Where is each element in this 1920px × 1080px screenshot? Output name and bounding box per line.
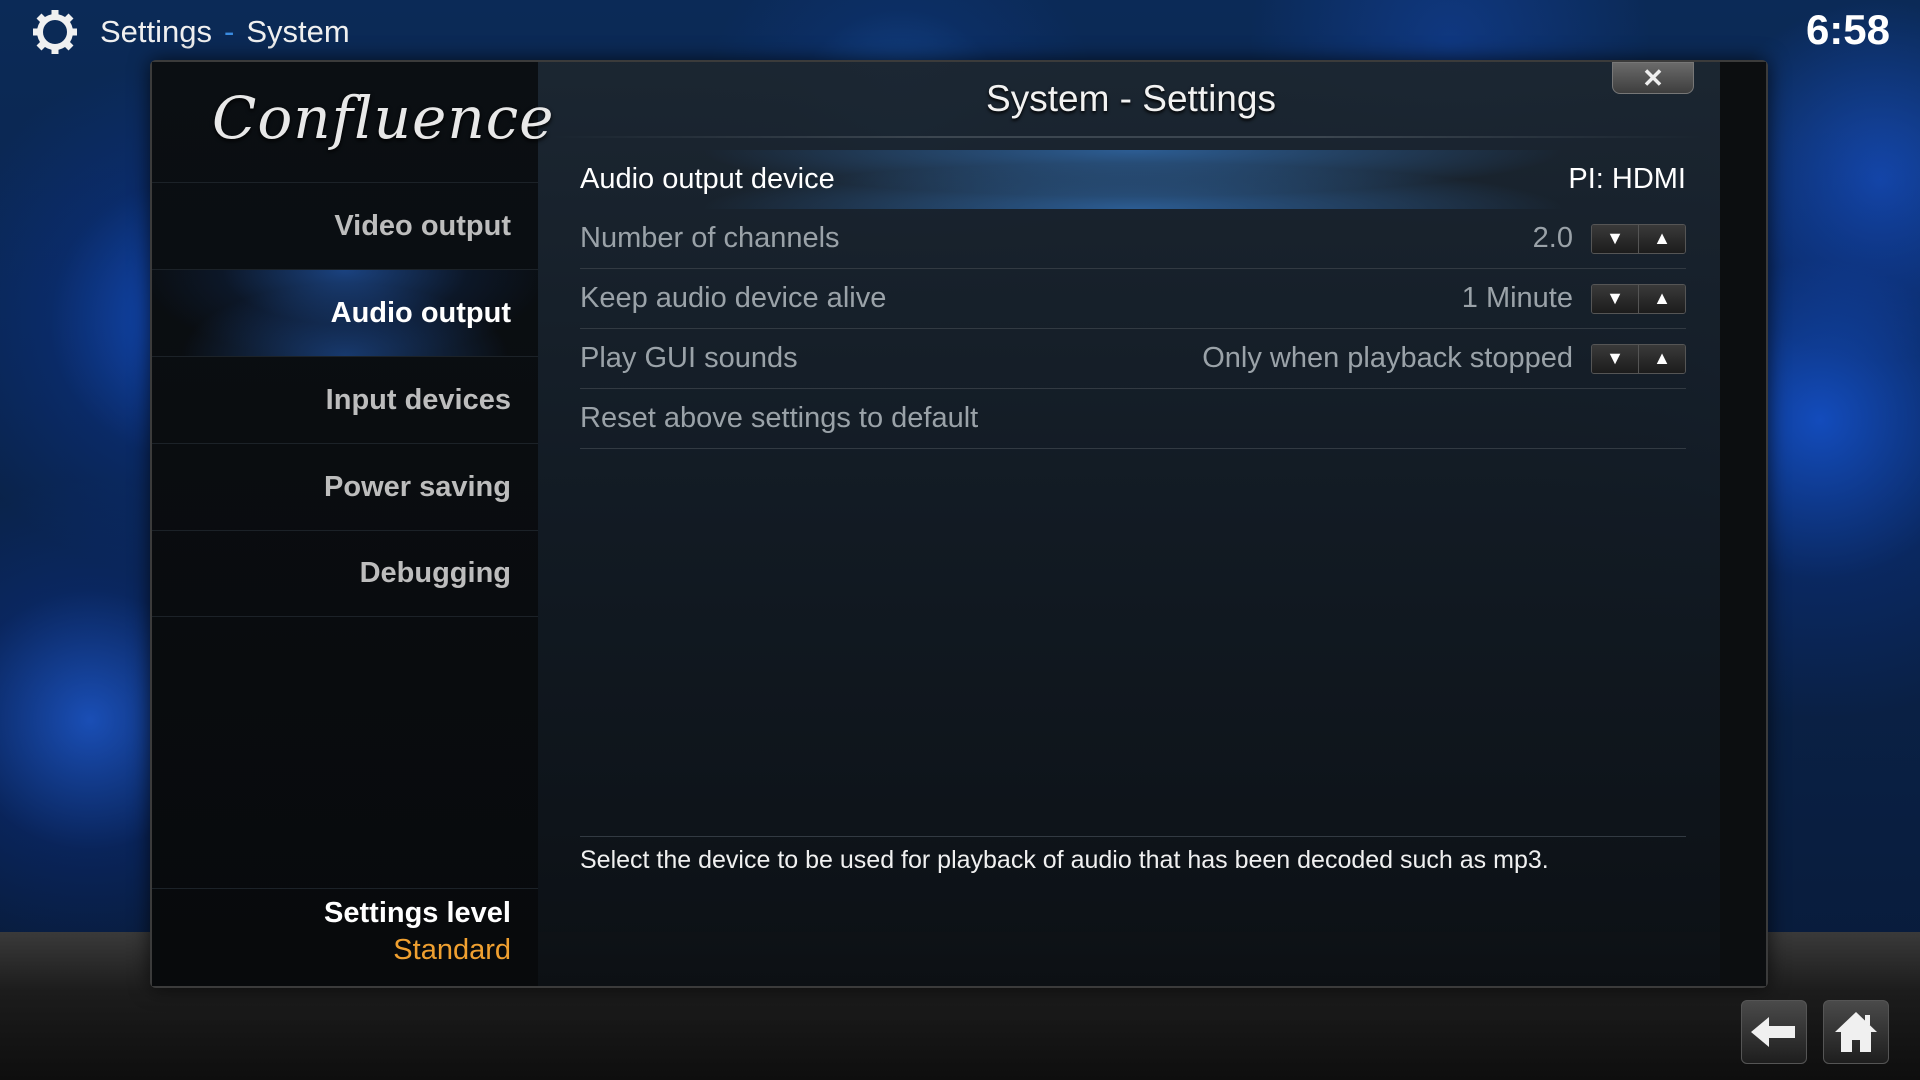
setting-label: Reset above settings to default [580, 402, 979, 434]
spin-down-icon[interactable]: ▼ [1592, 224, 1639, 253]
gear-icon [33, 10, 77, 54]
spin-control: ▼ ▲ [1591, 343, 1686, 374]
settings-level-value: Standard [393, 934, 511, 966]
breadcrumb: Settings - System [30, 10, 350, 54]
sidebar: Confluence Video output Audio output Inp… [152, 62, 554, 986]
close-button[interactable]: ✕ [1612, 62, 1694, 94]
title-divider [552, 136, 1702, 138]
breadcrumb-separator: - [224, 14, 235, 49]
settings-level-label: Settings level [324, 897, 511, 929]
setting-row-audio-output-device[interactable]: Audio output device PI: HDMI [580, 150, 1686, 209]
back-button[interactable] [1741, 1000, 1807, 1064]
settings-level[interactable]: Settings level Standard [152, 888, 538, 967]
spin-control: ▼ ▲ [1591, 223, 1686, 254]
setting-row-play-gui-sounds[interactable]: Play GUI sounds Only when playback stopp… [580, 329, 1686, 389]
setting-value: Only when playback stopped [1202, 342, 1573, 374]
sidebar-item-video-output[interactable]: Video output [152, 182, 538, 269]
setting-label: Play GUI sounds [580, 342, 798, 374]
sidebar-item-debugging[interactable]: Debugging [152, 530, 538, 617]
dialog-title: System - Settings [986, 78, 1276, 119]
setting-row-reset-defaults[interactable]: Reset above settings to default [580, 389, 1686, 449]
setting-value: 2.0 [1532, 222, 1573, 254]
spin-down-icon[interactable]: ▼ [1592, 344, 1639, 373]
home-icon [1835, 1012, 1877, 1052]
settings-dialog: Confluence Video output Audio output Inp… [150, 60, 1768, 988]
spin-up-icon[interactable]: ▲ [1639, 344, 1685, 373]
settings-list: Audio output device PI: HDMI Number of c… [580, 150, 1686, 449]
setting-row-keep-audio-device-alive[interactable]: Keep audio device alive 1 Minute ▼ ▲ [580, 269, 1686, 329]
back-arrow-icon [1751, 1017, 1795, 1047]
setting-description: Select the device to be used for playbac… [580, 846, 1549, 874]
description-divider [580, 836, 1686, 837]
sidebar-item-audio-output[interactable]: Audio output [152, 269, 538, 356]
spin-up-icon[interactable]: ▲ [1639, 284, 1685, 313]
confluence-logo: Confluence [212, 84, 555, 152]
setting-value: 1 Minute [1461, 282, 1573, 314]
setting-row-number-of-channels[interactable]: Number of channels 2.0 ▼ ▲ [580, 209, 1686, 269]
setting-label: Number of channels [580, 222, 840, 254]
setting-label: Audio output device [580, 163, 835, 195]
spin-up-icon[interactable]: ▲ [1639, 224, 1685, 253]
spin-down-icon[interactable]: ▼ [1592, 284, 1639, 313]
right-strip [1720, 62, 1766, 986]
setting-value: PI: HDMI [1568, 163, 1686, 195]
sidebar-item-input-devices[interactable]: Input devices [152, 356, 538, 443]
spin-control: ▼ ▲ [1591, 283, 1686, 314]
breadcrumb-subsection: System [246, 14, 350, 49]
breadcrumb-section: Settings [100, 14, 213, 49]
sidebar-menu: Video output Audio output Input devices … [152, 182, 538, 617]
setting-label: Keep audio device alive [580, 282, 887, 314]
clock: 6:58 [1805, 6, 1890, 53]
sidebar-item-power-saving[interactable]: Power saving [152, 443, 538, 530]
home-button[interactable] [1823, 1000, 1889, 1064]
